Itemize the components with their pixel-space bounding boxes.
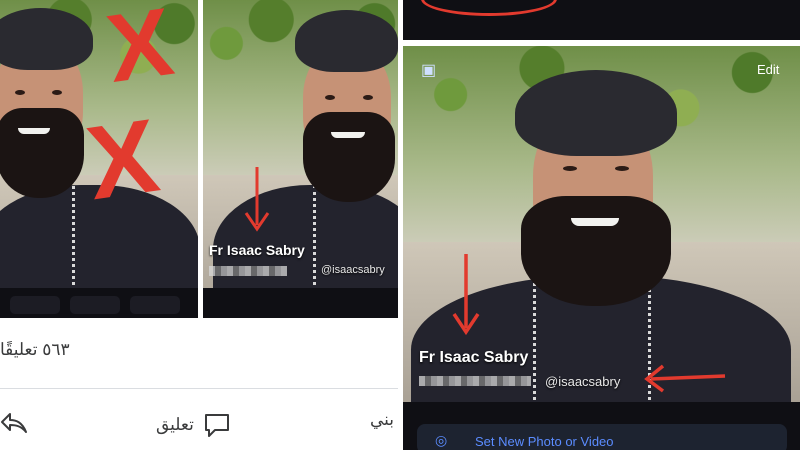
comment-label: تعليق xyxy=(156,415,194,434)
blurred-text xyxy=(419,376,531,386)
edit-button[interactable]: Edit xyxy=(757,62,779,77)
arrow-icon xyxy=(452,254,480,336)
comments-count[interactable]: ٥٦٣ تعليقًا xyxy=(0,340,70,360)
camera-icon: ◎ xyxy=(435,432,448,448)
partial-action[interactable]: بني xyxy=(370,410,394,430)
overlay-handle: @isaacsabry xyxy=(321,264,385,276)
left-photo-panel: X X xyxy=(0,0,198,318)
set-new-photo-button[interactable]: ◎ Set New Photo or Video xyxy=(417,424,787,450)
set-new-photo-label: Set New Photo or Video xyxy=(475,434,614,449)
overlay-name: Fr Isaac Sabry xyxy=(209,242,305,258)
right-photo-panel: ▣ Edit Fr Isaac Sabry @isaacsabry ◎ Set … xyxy=(403,0,800,450)
arrow-icon xyxy=(244,167,270,232)
share-icon[interactable] xyxy=(0,408,30,438)
red-x-mark: X xyxy=(100,0,180,103)
divider xyxy=(0,388,398,389)
red-x-mark: X xyxy=(80,97,166,223)
arrow-icon xyxy=(644,364,726,393)
overlay-handle: @isaacsabry xyxy=(545,374,621,389)
comment-button[interactable]: تعليق xyxy=(156,410,232,440)
middle-photo-panel: Fr Isaac Sabry @isaacsabry xyxy=(203,0,398,318)
blurred-text xyxy=(209,266,287,276)
partial-action-label: بني xyxy=(370,410,395,429)
camera-icon: ▣ xyxy=(421,62,437,79)
overlay-name: Fr Isaac Sabry xyxy=(419,349,529,366)
comment-icon xyxy=(204,414,229,437)
